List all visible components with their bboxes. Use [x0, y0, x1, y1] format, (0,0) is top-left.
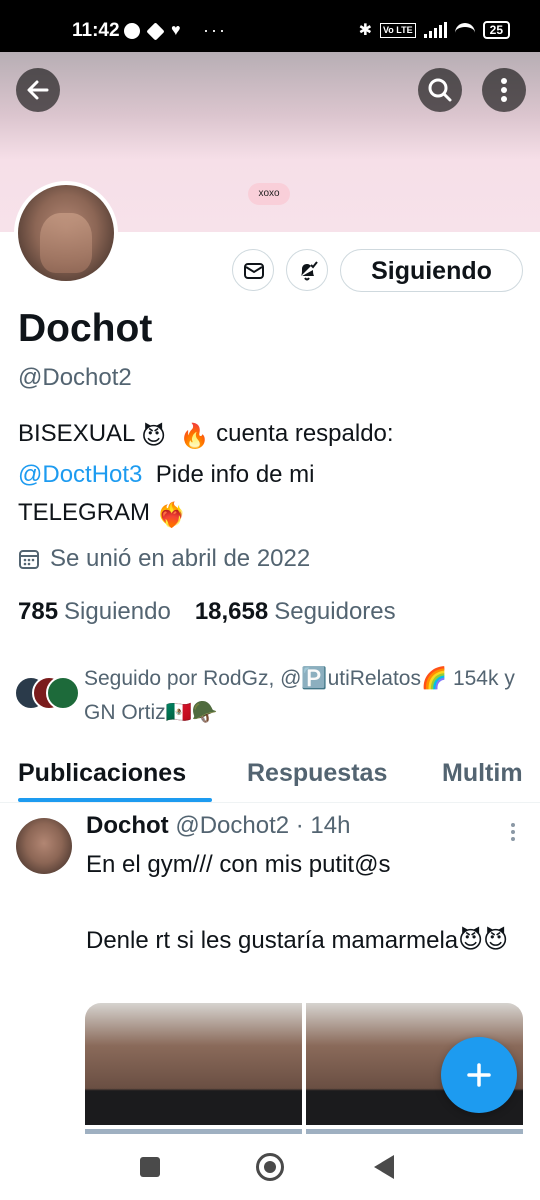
avatar	[46, 676, 80, 710]
search-button[interactable]	[418, 68, 462, 112]
bio-text: Pide info de mi	[155, 461, 315, 488]
avatar[interactable]	[18, 185, 114, 281]
calendar-icon	[19, 550, 39, 569]
tab-replies[interactable]: Respuestas	[247, 759, 387, 788]
profile-tabs: Publicaciones Respuestas Multim	[0, 755, 540, 803]
profile-avatar-frame	[14, 181, 118, 285]
battery-icon: 25	[482, 21, 510, 39]
follow-counts: 785 Siguiendo 18,658 Seguidores	[18, 598, 396, 626]
bluetooth-icon: ✱	[358, 22, 372, 39]
recents-icon[interactable]	[140, 1157, 160, 1177]
status-time: 11:42	[72, 20, 120, 41]
followed-by[interactable]: Seguido por RodGz, @🅿️utiRelatos🌈 154k y…	[14, 662, 534, 732]
bio-text: cuenta respaldo:	[216, 420, 394, 447]
wifi-icon	[454, 23, 475, 37]
joined-date: Se unió en abril de 2022	[18, 545, 310, 573]
avatar-image	[40, 213, 92, 273]
profile-bio: BISEXUAL 😈 🔥 cuenta respaldo: @DoctHot3 …	[18, 415, 518, 535]
post-author-name[interactable]: Dochot	[86, 812, 169, 839]
system-nav-bar	[0, 1134, 540, 1200]
status-right: ✱ Vo LTE 25	[359, 20, 510, 40]
devil-emoji: 😈	[141, 423, 167, 450]
back-arrow-icon	[27, 80, 49, 100]
home-icon[interactable]	[256, 1153, 284, 1181]
fire-emoji: 🔥	[179, 423, 210, 450]
signal-icon	[423, 22, 447, 38]
compose-button[interactable]	[441, 1037, 517, 1113]
profile-handle: @Dochot2	[18, 364, 132, 391]
notifications-button[interactable]	[286, 249, 328, 291]
profile-name: Dochot	[18, 307, 153, 350]
volte-badge: Vo LTE	[379, 22, 416, 38]
status-bar: 11:42 ♥ ··· ✱ Vo LTE 25	[0, 0, 540, 52]
following-label: Siguiendo	[64, 598, 171, 625]
back-button[interactable]	[16, 68, 60, 112]
back-icon[interactable]	[374, 1155, 394, 1179]
followers-count-link[interactable]: 18,658 Seguidores	[195, 598, 396, 626]
more-vertical-icon	[501, 78, 507, 102]
following-count: 785	[18, 598, 59, 625]
banner-chip: xoxo	[248, 183, 290, 205]
followed-by-text: Seguido por RodGz, @🅿️utiRelatos🌈 154k y…	[84, 667, 515, 724]
heart-on-fire-emoji: ❤️‍🔥	[156, 502, 187, 529]
notification-icons: ♥	[124, 21, 181, 41]
following-count-link[interactable]: 785 Siguiendo	[18, 598, 171, 626]
post-text: En el gym/// con mis putit@s Denle rt si…	[86, 851, 509, 954]
post-meta: @Dochot2 · 14h	[175, 812, 351, 839]
followers-label: Seguidores	[274, 598, 396, 625]
plus-icon	[467, 1063, 491, 1087]
more-notifications-icon: ···	[203, 20, 227, 40]
messenger-icon	[124, 23, 140, 39]
tab-posts[interactable]: Publicaciones	[18, 759, 186, 788]
mail-icon	[244, 263, 264, 279]
joined-text: Se unió en abril de 2022	[50, 545, 311, 572]
followed-by-avatars	[14, 676, 84, 710]
tab-media[interactable]: Multim	[442, 759, 523, 788]
bio-text: TELEGRAM	[18, 499, 151, 526]
active-tab-indicator	[18, 798, 212, 802]
bell-check-icon	[301, 261, 318, 281]
message-button[interactable]	[232, 249, 274, 291]
post-avatar[interactable]	[16, 818, 72, 874]
heart-icon: ♥	[171, 22, 181, 39]
followers-count: 18,658	[194, 598, 269, 625]
search-icon	[428, 78, 452, 102]
more-options-button[interactable]	[482, 68, 526, 112]
bio-text: BISEXUAL	[18, 420, 135, 447]
post-more-icon[interactable]	[506, 820, 520, 844]
post-header: Dochot @Dochot2 · 14h	[86, 812, 350, 840]
following-button[interactable]: Siguiendo	[340, 249, 523, 292]
post-media-image[interactable]	[85, 1003, 302, 1125]
bio-mention-link[interactable]: @DoctHot3	[18, 461, 142, 488]
telegram-icon	[146, 21, 165, 41]
